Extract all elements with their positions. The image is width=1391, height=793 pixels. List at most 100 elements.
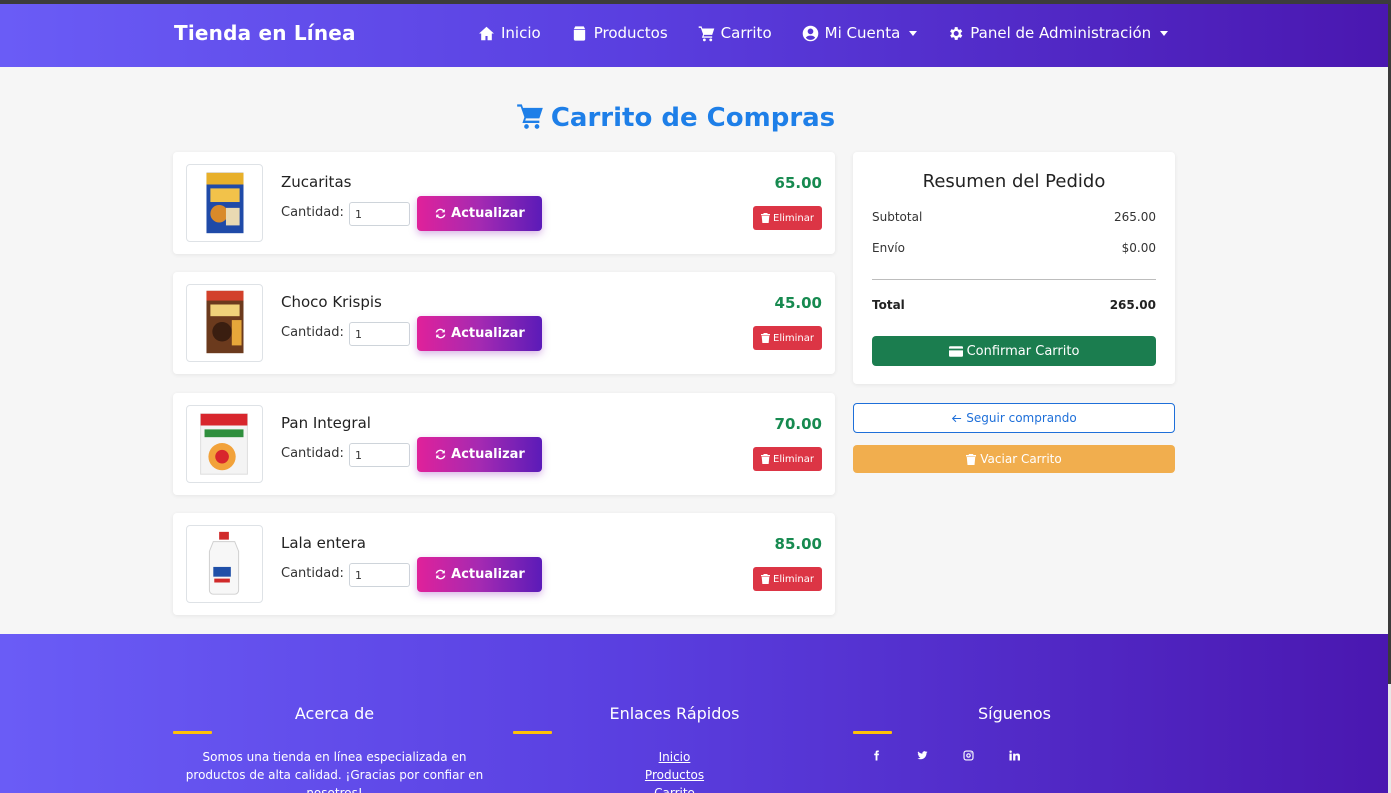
main-nav: Inicio Productos Carrito Mi Cuenta Panel…: [478, 24, 1198, 42]
update-button[interactable]: Actualizar: [417, 196, 542, 231]
product-price: 70.00: [774, 415, 822, 433]
credit-card-icon: [948, 345, 963, 357]
gear-icon: [950, 26, 963, 40]
arrow-left-icon: [952, 414, 962, 422]
product-name: Choco Krispis: [281, 293, 382, 311]
continue-shopping-button[interactable]: Seguir comprando: [853, 403, 1175, 433]
footer: Acerca de Somos una tienda en línea espe…: [0, 634, 1388, 793]
refresh-icon: [435, 449, 446, 460]
footer-link-productos[interactable]: Productos: [513, 766, 836, 784]
page-title: Carrito de Compras: [0, 102, 1350, 133]
confirm-cart-label: Confirmar Carrito: [966, 343, 1080, 359]
update-button[interactable]: Actualizar: [417, 557, 542, 592]
quick-links: Inicio Productos Carrito: [513, 748, 836, 793]
quantity-input[interactable]: [349, 443, 410, 467]
cart-item: Zucaritas Cantidad: Actualizar 65.00 Eli…: [173, 152, 835, 254]
total-label: Total: [872, 298, 905, 312]
footer-link-carrito[interactable]: Carrito: [513, 784, 836, 793]
update-button-label: Actualizar: [451, 447, 525, 462]
trash-icon: [761, 213, 770, 223]
social-links: [853, 747, 1037, 763]
refresh-icon: [435, 569, 446, 580]
delete-button[interactable]: Eliminar: [753, 326, 822, 350]
cart-icon: [517, 104, 543, 129]
cart-item: Lala entera Cantidad: Actualizar 85.00 E…: [173, 513, 835, 615]
nav-item-label: Carrito: [720, 24, 772, 42]
product-image: [186, 284, 263, 362]
trash-icon: [761, 333, 770, 343]
instagram-link[interactable]: [945, 747, 991, 763]
quantity-input[interactable]: [349, 322, 410, 346]
cart-item: Choco Krispis Cantidad: Actualizar 45.00…: [173, 272, 835, 374]
nav-item-label: Inicio: [501, 24, 541, 42]
cart-item: Pan Integral Cantidad: Actualizar 70.00 …: [173, 393, 835, 495]
nav-item-panel-administracion[interactable]: Panel de Administración: [947, 24, 1169, 42]
delete-button[interactable]: Eliminar: [753, 567, 822, 591]
user-circle-icon: [802, 25, 818, 41]
subtotal-row: Subtotal 265.00: [872, 210, 1156, 224]
total-row: Total 265.00: [872, 298, 1156, 312]
quantity-label: Cantidad:: [281, 205, 344, 220]
delete-button[interactable]: Eliminar: [753, 206, 822, 230]
quantity-input[interactable]: [349, 202, 410, 226]
cereal-box-image: [206, 290, 244, 354]
chevron-down-icon: [909, 30, 918, 36]
quantity-label: Cantidad:: [281, 566, 344, 581]
linkedin-link[interactable]: [991, 747, 1037, 763]
delete-button-label: Eliminar: [773, 453, 814, 465]
product-price: 65.00: [774, 174, 822, 192]
twitter-link[interactable]: [899, 747, 945, 763]
cart-icon: [698, 25, 714, 41]
about-title: Acerca de: [294, 704, 375, 723]
page-viewport: Tienda en Línea Inicio Productos Carrito…: [0, 4, 1388, 793]
footer-link-inicio[interactable]: Inicio: [513, 748, 836, 766]
delete-button-label: Eliminar: [773, 332, 814, 344]
confirm-cart-button[interactable]: Confirmar Carrito: [872, 336, 1156, 366]
cereal-box-image: [200, 413, 248, 475]
product-price: 85.00: [774, 535, 822, 553]
product-price: 45.00: [774, 294, 822, 312]
quantity-label: Cantidad:: [281, 446, 344, 461]
trash-icon: [966, 453, 977, 465]
shipping-row: Envío $0.00: [872, 241, 1156, 255]
home-icon: [479, 26, 494, 40]
nav-item-mi-cuenta[interactable]: Mi Cuenta: [802, 24, 918, 42]
facebook-icon: [873, 749, 879, 761]
subtotal-value: 265.00: [1114, 210, 1156, 224]
update-button[interactable]: Actualizar: [417, 316, 542, 351]
update-button-label: Actualizar: [451, 206, 525, 221]
page-title-text: Carrito de Compras: [550, 103, 836, 133]
cereal-box-image: [206, 172, 244, 234]
chevron-down-icon: [1160, 30, 1169, 36]
empty-cart-button[interactable]: Vaciar Carrito: [853, 445, 1175, 473]
product-image: [186, 525, 263, 603]
nav-item-label: Panel de Administración: [970, 24, 1152, 42]
update-button[interactable]: Actualizar: [417, 437, 542, 472]
continue-shopping-label: Seguir comprando: [966, 411, 1077, 425]
navbar: Tienda en Línea Inicio Productos Carrito…: [0, 4, 1388, 67]
product-name: Lala entera: [281, 534, 366, 552]
nav-item-carrito[interactable]: Carrito: [698, 24, 772, 42]
order-summary: Resumen del Pedido Subtotal 265.00 Envío…: [853, 152, 1175, 384]
shipping-label: Envío: [872, 241, 905, 255]
footer-accent-bar: [513, 731, 552, 734]
linkedin-icon: [1008, 749, 1020, 761]
quantity-input[interactable]: [349, 563, 410, 587]
product-image: [186, 405, 263, 483]
delete-button-label: Eliminar: [773, 212, 814, 224]
nav-item-label: Productos: [593, 24, 668, 42]
trash-icon: [761, 454, 770, 464]
delete-button[interactable]: Eliminar: [753, 447, 822, 471]
refresh-icon: [435, 328, 446, 339]
delete-button-label: Eliminar: [773, 573, 814, 585]
footer-accent-bar: [853, 731, 892, 734]
brand-logo[interactable]: Tienda en Línea: [174, 21, 356, 45]
refresh-icon: [435, 208, 446, 219]
nav-item-productos[interactable]: Productos: [571, 24, 668, 42]
facebook-link[interactable]: [853, 747, 899, 763]
quantity-label: Cantidad:: [281, 325, 344, 340]
about-text: Somos una tienda en línea especializada …: [185, 750, 484, 793]
nav-item-inicio[interactable]: Inicio: [478, 24, 541, 42]
product-name: Pan Integral: [281, 414, 371, 432]
shipping-value: $0.00: [1121, 241, 1156, 255]
